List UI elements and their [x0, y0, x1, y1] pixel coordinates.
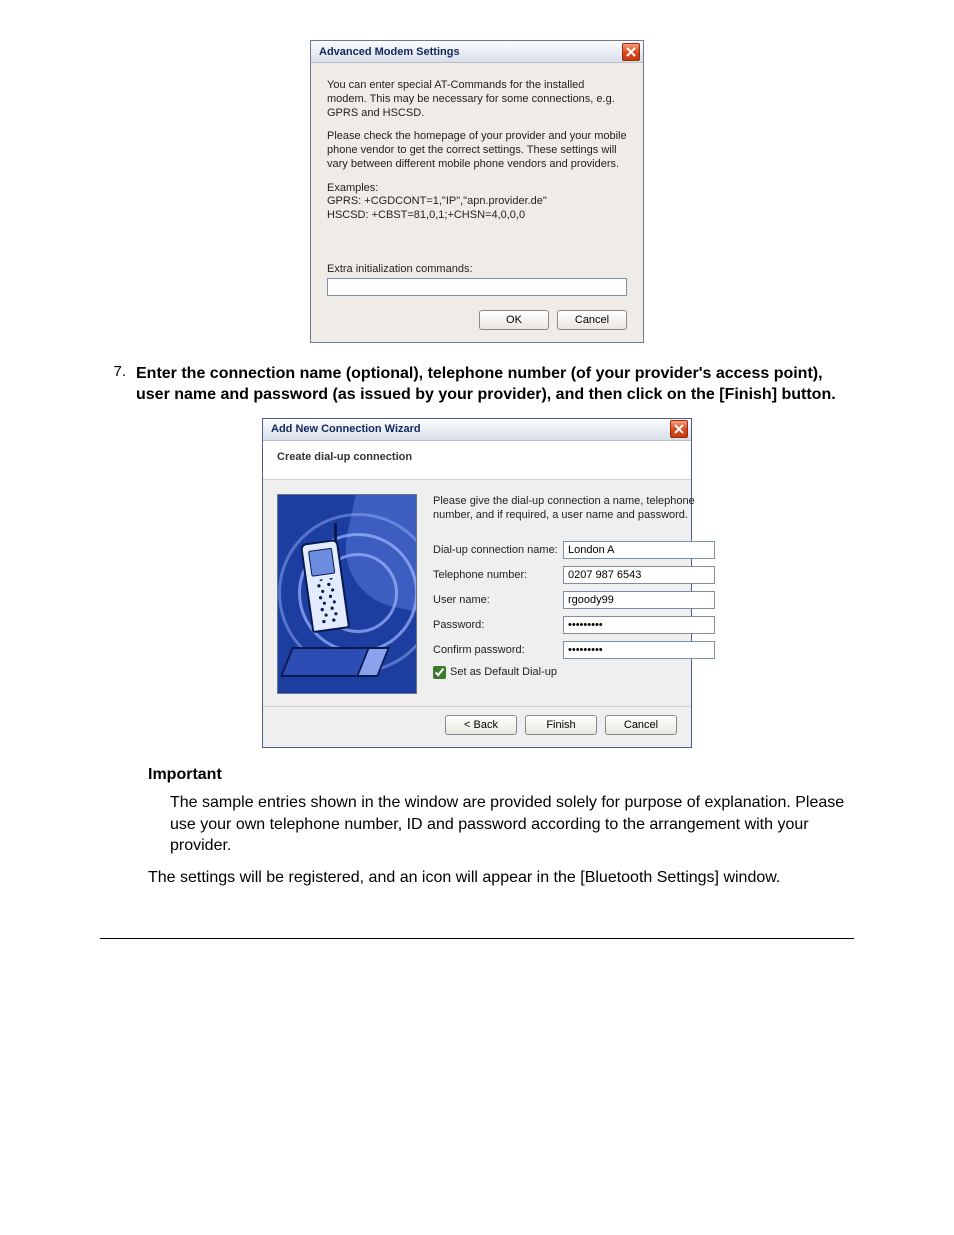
titlebar: Add New Connection Wizard — [263, 419, 691, 441]
add-new-connection-wizard-dialog: Add New Connection Wizard Create dial-up… — [262, 418, 692, 748]
ok-button[interactable]: OK — [479, 310, 549, 330]
wizard-intro-text: Please give the dial-up connection a nam… — [433, 494, 715, 523]
dialog-title: Advanced Modem Settings — [319, 46, 622, 58]
close-icon[interactable] — [622, 43, 640, 61]
confirm-password-label: Confirm password: — [433, 644, 563, 656]
set-default-dialup-checkbox[interactable] — [433, 666, 446, 679]
example-hscsd: HSCSD: +CBST=81,0,1;+CHSN=4,0,0,0 — [327, 209, 525, 221]
result-paragraph: The settings will be registered, and an … — [148, 867, 854, 889]
important-heading: Important — [148, 766, 854, 784]
user-name-input[interactable] — [563, 591, 715, 609]
examples-label: Examples: — [327, 182, 378, 194]
user-name-label: User name: — [433, 594, 563, 606]
titlebar: Advanced Modem Settings — [311, 41, 643, 63]
cancel-button[interactable]: Cancel — [605, 715, 677, 735]
extra-commands-input[interactable] — [327, 278, 627, 296]
step-number: 7. — [100, 363, 136, 406]
info-paragraph-1: You can enter special AT-Commands for th… — [327, 79, 627, 120]
back-button[interactable]: < Back — [445, 715, 517, 735]
important-paragraph: The sample entries shown in the window a… — [170, 792, 854, 857]
step-7: 7. Enter the connection name (optional),… — [100, 363, 854, 406]
telephone-number-label: Telephone number: — [433, 569, 563, 581]
footer-divider — [100, 938, 854, 939]
set-default-dialup-label: Set as Default Dial-up — [450, 666, 557, 678]
password-label: Password: — [433, 619, 563, 631]
wizard-illustration — [277, 494, 417, 694]
finish-button[interactable]: Finish — [525, 715, 597, 735]
advanced-modem-settings-dialog: Advanced Modem Settings You can enter sp… — [310, 40, 644, 343]
extra-commands-label: Extra initialization commands: — [327, 263, 627, 275]
password-input[interactable] — [563, 616, 715, 634]
info-paragraph-2: Please check the homepage of your provid… — [327, 130, 627, 171]
cancel-button[interactable]: Cancel — [557, 310, 627, 330]
confirm-password-input[interactable] — [563, 641, 715, 659]
close-icon[interactable] — [670, 420, 688, 438]
dialog-subtitle: Create dial-up connection — [263, 441, 691, 480]
example-gprs: GPRS: +CGDCONT=1,"IP","apn.provider.de" — [327, 195, 547, 207]
telephone-number-input[interactable] — [563, 566, 715, 584]
connection-name-input[interactable] — [563, 541, 715, 559]
step-instruction: Enter the connection name (optional), te… — [136, 363, 854, 406]
dialog-title: Add New Connection Wizard — [271, 423, 670, 435]
examples-block: Examples: GPRS: +CGDCONT=1,"IP","apn.pro… — [327, 182, 627, 223]
connection-name-label: Dial-up connection name: — [433, 544, 563, 556]
